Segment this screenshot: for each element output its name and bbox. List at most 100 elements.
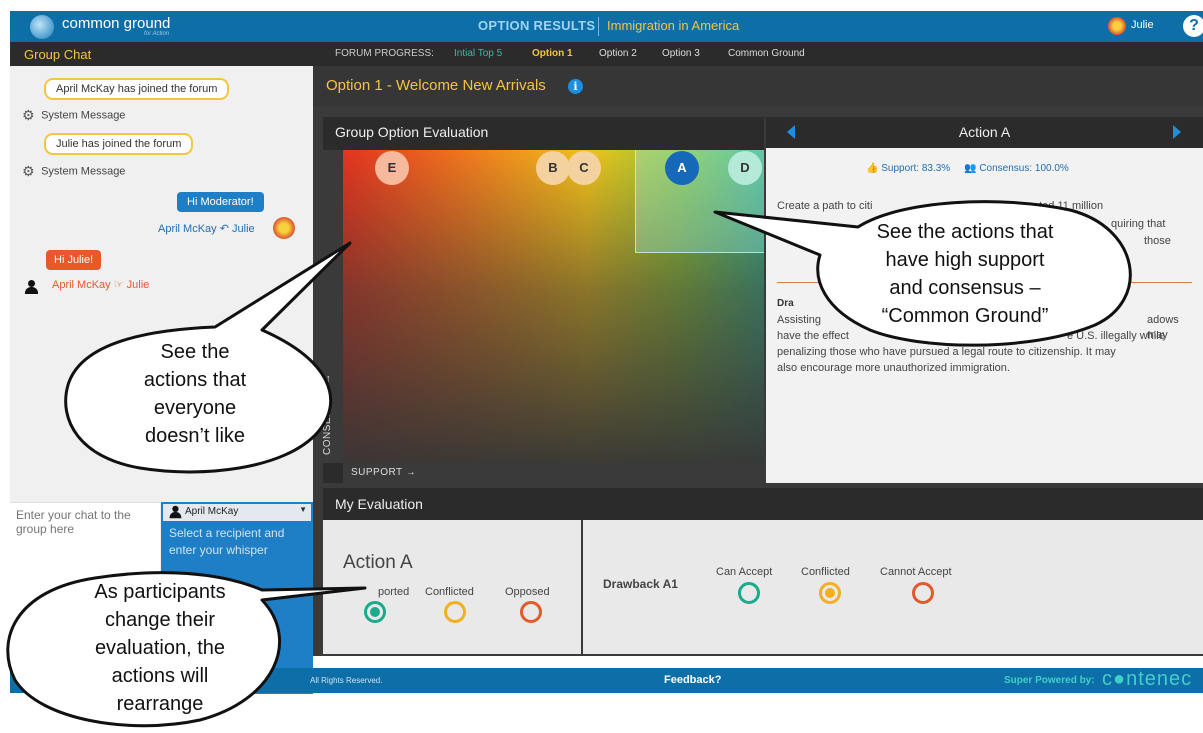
action-dot-d[interactable]: D [728, 151, 762, 185]
progress-step-option-2[interactable]: Option 2 [599, 48, 637, 59]
progress-step-option-3[interactable]: Option 3 [662, 48, 700, 59]
globe-logo-icon[interactable] [30, 15, 54, 39]
page-label: OPTION RESULTS [478, 18, 596, 33]
chat-header-title: Group Chat [24, 47, 92, 62]
copyright-text: All Rights Reserved. [310, 676, 383, 685]
powered-by-text: Super Powered by: [1004, 675, 1095, 686]
chat-bubble-outgoing: Hi Moderator! [177, 192, 264, 212]
person-icon-row [24, 279, 38, 294]
chat-header: Group Chat [10, 42, 313, 66]
action-evaluation-title: Action A [343, 552, 413, 573]
conflicted-label: Conflicted [801, 566, 850, 578]
action-panel-header: Action A [766, 117, 1203, 148]
title-separator [598, 17, 599, 36]
consensus-axis-label: CONSENSUS → [322, 373, 333, 455]
system-message-sender: System Message [41, 165, 126, 178]
action-evaluation: Action A ported Conflicted Opposed [323, 520, 581, 654]
action-dot-a[interactable]: A [665, 151, 699, 185]
system-message-bubble: April McKay has joined the forum [44, 78, 230, 100]
progress-step-option-1[interactable]: Option 1 [532, 48, 573, 59]
forum-progress-bar: FORUM PROGRESS: Intial Top 5 Option 1 Op… [313, 42, 1203, 66]
app-name[interactable]: common ground [62, 15, 170, 32]
help-icon[interactable]: ? [1183, 15, 1203, 37]
conflicted-label: Conflicted [425, 586, 474, 598]
action-dot-b[interactable]: B [536, 151, 570, 185]
recipient-select[interactable]: April McKay ▼ [163, 504, 311, 521]
progress-step-common-ground[interactable]: Common Ground [728, 48, 805, 59]
system-message-row: ⚙ System Message [22, 163, 125, 180]
action-stats: 👍 Support: 83.3% 👥 Consensus: 100.0% [866, 163, 1069, 174]
action-description-line1: Create a path to citi [777, 200, 873, 212]
action-description-line1b: ated 11 million [1033, 200, 1104, 212]
user-name[interactable]: Julie [1131, 19, 1154, 31]
evaluation-plot: E B C A D [343, 150, 764, 463]
action-dot-e[interactable]: E [375, 151, 409, 185]
next-arrow-icon[interactable] [1173, 125, 1181, 139]
support-axis: SUPPORT → [343, 463, 764, 483]
drawback-line2b: e U.S. illegally while [1067, 330, 1165, 342]
chat-input[interactable] [10, 503, 160, 694]
group-icon: 👥 [964, 163, 977, 174]
drawback-line2a: have the effect [777, 330, 849, 342]
support-axis-label: SUPPORT → [351, 467, 417, 478]
consensus-axis: CONSENSUS → [322, 150, 343, 463]
supported-label: ported [378, 586, 410, 598]
chat-sender-line: April McKay ☞ Julie [52, 279, 150, 291]
app-subtitle: for Action [144, 31, 170, 37]
conflicted-radio[interactable] [819, 582, 841, 604]
action-description-line3: those [1144, 235, 1171, 247]
drawback-title: Drawback A1 [603, 577, 678, 591]
action-dot-c[interactable]: C [567, 151, 601, 185]
opposed-radio[interactable] [520, 601, 542, 623]
whisper-recipient-panel: April McKay ▼ Select a recipient and ent… [161, 502, 313, 694]
chat-bubble-incoming: Hi Julie! [46, 250, 102, 270]
progress-step-initial-top-5[interactable]: Intial Top 5 [454, 48, 502, 59]
action-description: Create a path to citi ated 11 million [777, 199, 1187, 214]
footer: All Rights Reserved. Feedback? Super Pow… [10, 668, 1203, 693]
person-icon [24, 279, 38, 294]
drawback-evaluation: Drawback A1 Can Accept Conflicted Cannot… [583, 520, 1203, 654]
chat-input-area[interactable] [10, 502, 160, 694]
drawback-line2: have the effect e U.S. illegally while [777, 329, 1187, 344]
user-avatar[interactable] [1108, 17, 1126, 35]
gears-icon: ⚙ [22, 163, 35, 179]
supported-radio[interactable] [364, 601, 386, 623]
can-accept-radio[interactable] [738, 582, 760, 604]
info-icon[interactable]: i [568, 79, 583, 94]
cannot-accept-radio[interactable] [912, 582, 934, 604]
option-title-bar: Option 1 - Welcome New Arrivals i [313, 66, 1203, 106]
conflicted-radio[interactable] [444, 601, 466, 623]
drawback-line1: Assisting adows may [777, 313, 1187, 341]
my-evaluation-header: My Evaluation [323, 488, 1203, 520]
feedback-link[interactable]: Feedback? [664, 674, 721, 686]
system-message-row: ⚙ System Message [22, 107, 125, 124]
system-message-bubble: Julie has joined the forum [44, 133, 194, 155]
group-evaluation-title: Group Option Evaluation [335, 124, 489, 140]
drawback-line1a: Assisting [777, 314, 822, 326]
top-bar: common ground for Action OPTION RESULTS … [10, 11, 1203, 42]
drawback-line3: penalizing those who have pursued a lega… [777, 346, 1116, 358]
chevron-down-icon[interactable]: ▼ [299, 505, 307, 514]
action-detail-panel: Action A 👍 Support: 83.3% 👥 Consensus: 1… [766, 117, 1203, 483]
system-message-sender: System Message [41, 109, 126, 122]
brand-logo[interactable]: c●ntenec [1102, 668, 1192, 691]
drawback-line4: also encourage more unauthorized immigra… [777, 362, 1010, 374]
support-stat: Support: 83.3% [881, 163, 951, 174]
recipient-hint: Select a recipient and enter your whispe… [169, 526, 285, 557]
consensus-stat: Consensus: 100.0% [979, 163, 1069, 174]
my-evaluation-title: My Evaluation [335, 496, 423, 512]
chat-sender-line: April McKay ↶ Julie [158, 223, 255, 235]
forum-title: Immigration in America [607, 18, 740, 33]
group-option-evaluation: Group Option Evaluation CONSENSUS → E B … [322, 117, 764, 483]
section-divider [777, 282, 1192, 283]
opposed-label: Opposed [505, 586, 550, 598]
thumbs-up-icon: 👍 [866, 163, 879, 174]
action-description-line2: quiring that [1111, 218, 1166, 230]
action-panel-title: Action A [958, 124, 1011, 140]
person-icon [169, 505, 182, 519]
group-chat-panel: Group Chat April McKay has joined the fo… [10, 42, 313, 694]
can-accept-label: Can Accept [716, 566, 773, 578]
forum-progress-label: FORUM PROGRESS: [335, 48, 434, 59]
gears-icon: ⚙ [22, 107, 35, 123]
sender-avatar [273, 217, 295, 239]
